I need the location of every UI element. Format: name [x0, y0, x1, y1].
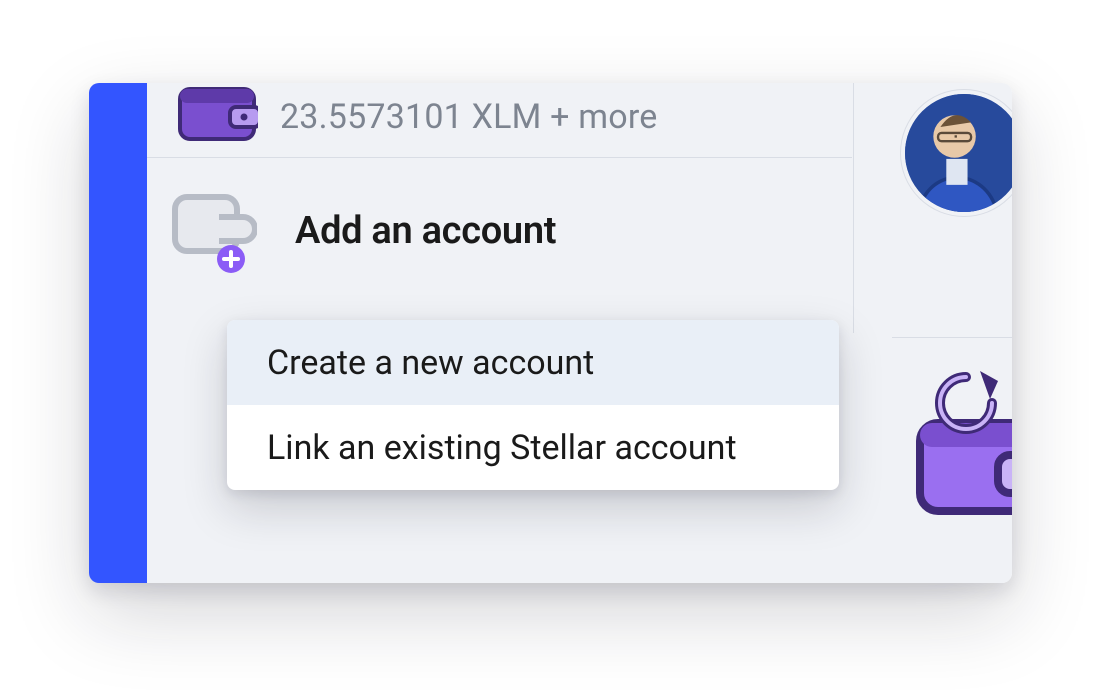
wallet-icon	[178, 83, 258, 141]
wallet-plus-icon	[165, 183, 257, 275]
sidebar	[89, 83, 147, 583]
menu-item-label: Create a new account	[267, 343, 594, 383]
main-panel: 23.5573101 XLM + more	[147, 83, 1012, 583]
balance-text: 23.5573101 XLM + more	[280, 97, 658, 137]
app-card: 23.5573101 XLM + more	[89, 83, 1012, 583]
menu-item-link-account[interactable]: Link an existing Stellar account	[227, 405, 839, 490]
add-account-label: Add an account	[295, 209, 556, 253]
menu-item-label: Link an existing Stellar account	[267, 428, 737, 468]
menu-item-create-account[interactable]: Create a new account	[227, 320, 839, 405]
account-balance-row[interactable]: 23.5573101 XLM + more	[147, 83, 852, 158]
add-account-row[interactable]: Add an account	[147, 157, 852, 303]
add-account-menu: Create a new account Link an existing St…	[227, 320, 839, 490]
receive-wallet-icon[interactable]	[902, 369, 1012, 519]
